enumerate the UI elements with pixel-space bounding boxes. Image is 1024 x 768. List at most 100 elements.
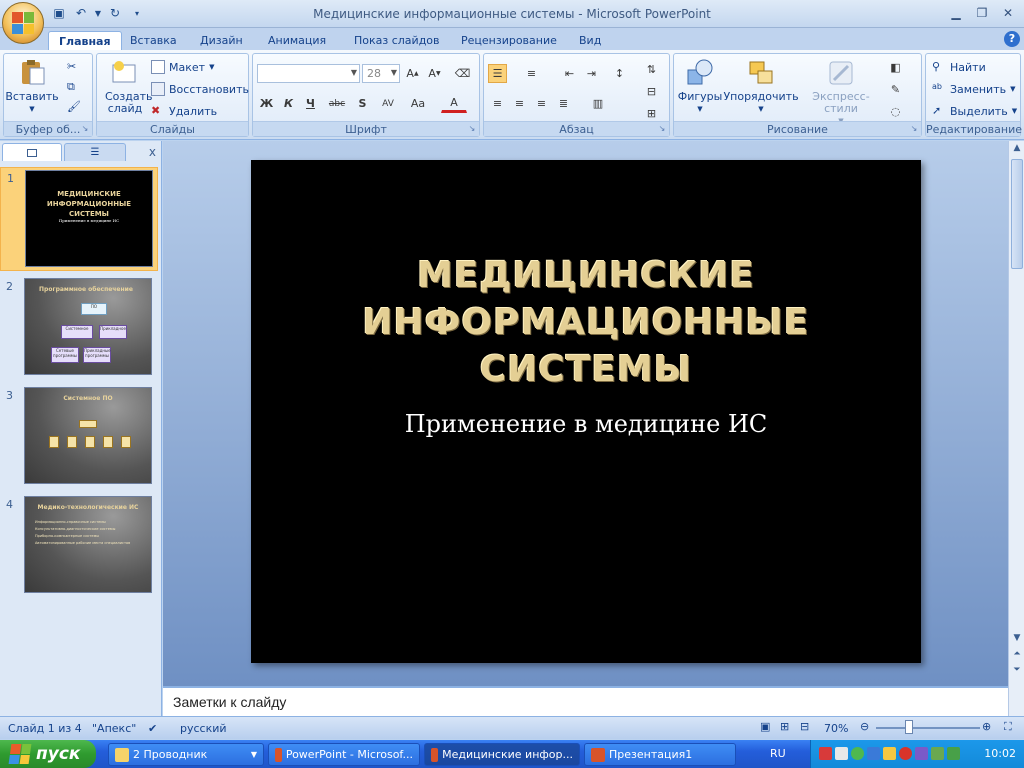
underline-button[interactable]: Ч xyxy=(301,94,320,113)
tray-app-icon[interactable] xyxy=(835,747,848,760)
task-current-presentation[interactable]: Медицинские инфор... xyxy=(424,743,580,766)
align-left-icon[interactable]: ≡ xyxy=(488,94,507,113)
zoom-out-icon[interactable]: ⊖ xyxy=(860,720,869,733)
slide-thumb-3[interactable]: 3 Системное ПО xyxy=(0,385,158,489)
slide-thumb-1[interactable]: 1 МЕДИЦИНСКИЕ ИНФОРМАЦИОННЫЕ СИСТЕМЫ При… xyxy=(0,167,158,271)
notes-scrollbar[interactable] xyxy=(1008,686,1024,716)
shape-fill-icon[interactable]: ◧ xyxy=(886,58,905,77)
format-painter-icon[interactable]: 🖌 xyxy=(67,100,81,113)
dialog-launcher-icon[interactable]: ↘ xyxy=(657,124,667,134)
font-size-select[interactable]: 28 ▼ xyxy=(362,64,400,83)
font-color-button[interactable]: A xyxy=(441,94,467,113)
tab-insert[interactable]: Вставка xyxy=(120,31,187,50)
next-slide-icon[interactable]: ⏷ xyxy=(1009,665,1024,679)
delete-slide-button[interactable]: ✖ Удалить xyxy=(151,104,217,118)
tab-slideshow[interactable]: Показ слайдов xyxy=(344,31,450,50)
zoom-level[interactable]: 70% xyxy=(824,722,848,735)
antivirus-icon[interactable] xyxy=(819,747,832,760)
decrease-indent-icon[interactable]: ⇤ xyxy=(560,64,579,83)
bullets-icon[interactable]: ☰ xyxy=(488,64,507,83)
tab-design[interactable]: Дизайн xyxy=(190,31,253,50)
quick-styles-button[interactable]: Экспресс-стили ▼ xyxy=(800,58,882,127)
find-button[interactable]: ⚲ Найти xyxy=(932,60,986,74)
reset-button[interactable]: Восстановить xyxy=(151,82,249,96)
text-direction-icon[interactable]: ⇅ xyxy=(642,60,661,79)
dialog-launcher-icon[interactable]: ↘ xyxy=(909,124,919,134)
select-button[interactable]: ➚ Выделить ▼ xyxy=(932,104,1017,118)
fit-window-icon[interactable]: ⛶ xyxy=(1004,720,1012,734)
zoom-in-icon[interactable]: ⊕ xyxy=(982,720,991,733)
slide-title[interactable]: МЕДИЦИНСКИЕ ИНФОРМАЦИОННЫЕ СИСТЕМЫ xyxy=(291,252,881,393)
tab-review[interactable]: Рецензирование xyxy=(451,31,567,50)
task-powerpoint[interactable]: PowerPoint - Microsof... xyxy=(268,743,420,766)
grow-font-icon[interactable]: A ▲ xyxy=(403,64,422,83)
tray-app-icon[interactable] xyxy=(931,747,944,760)
font-family-select[interactable]: ▼ xyxy=(257,64,360,83)
security-alert-icon[interactable] xyxy=(899,747,912,760)
copy-icon[interactable]: ⧉ xyxy=(67,80,75,94)
restore-icon[interactable]: ❐ xyxy=(970,4,994,22)
sorter-view-icon[interactable]: ⊞ xyxy=(780,720,789,733)
zoom-slider-thumb[interactable] xyxy=(905,720,913,734)
scrollbar-thumb[interactable] xyxy=(1011,159,1023,269)
current-slide[interactable]: МЕДИЦИНСКИЕ ИНФОРМАЦИОННЫЕ СИСТЕМЫ Приме… xyxy=(251,160,921,663)
tab-outline-view[interactable]: ☰ xyxy=(64,143,126,161)
scroll-up-icon[interactable]: ▲ xyxy=(1009,143,1024,157)
shape-outline-icon[interactable]: ✎ xyxy=(886,80,905,99)
dialog-launcher-icon[interactable]: ↘ xyxy=(80,124,90,134)
align-right-icon[interactable]: ≡ xyxy=(532,94,551,113)
shrink-font-icon[interactable]: A ▼ xyxy=(425,64,444,83)
help-icon[interactable]: ? xyxy=(1004,31,1020,47)
shape-effects-icon[interactable]: ◌ xyxy=(886,102,905,121)
vertical-scrollbar[interactable]: ▲ ▼ ⏶ ⏷ xyxy=(1008,141,1024,686)
language-indicator[interactable]: русский xyxy=(180,722,227,735)
scroll-down-icon[interactable]: ▼ xyxy=(1009,633,1024,647)
zoom-slider-track[interactable] xyxy=(876,727,980,729)
bold-button[interactable]: Ж xyxy=(257,94,276,113)
spellcheck-icon[interactable]: ✔ xyxy=(148,722,157,735)
tab-home[interactable]: Главная xyxy=(48,31,122,50)
increase-indent-icon[interactable]: ⇥ xyxy=(582,64,601,83)
close-icon[interactable]: x xyxy=(149,145,156,159)
slide-thumb-2[interactable]: 2 Программное обеспечение ПО Системное П… xyxy=(0,276,158,380)
new-slide-button[interactable]: Создать слайд xyxy=(101,58,153,115)
italic-button[interactable]: К xyxy=(279,94,298,113)
line-spacing-icon[interactable]: ↕ xyxy=(610,64,629,83)
prev-slide-icon[interactable]: ⏶ xyxy=(1009,649,1024,663)
shadow-button[interactable]: S xyxy=(353,94,372,113)
tab-slides-view[interactable] xyxy=(2,143,62,161)
tab-animation[interactable]: Анимация xyxy=(258,31,336,50)
volume-icon[interactable] xyxy=(883,747,896,760)
normal-view-icon[interactable]: ▣ xyxy=(760,720,770,733)
slide-subtitle[interactable]: Применение в медицине ИС xyxy=(251,410,921,438)
slideshow-view-icon[interactable]: ⊟ xyxy=(800,720,809,733)
arrange-button[interactable]: Упорядочить ▼ xyxy=(723,58,799,115)
task-presentation1[interactable]: Презентация1 xyxy=(584,743,736,766)
task-explorer[interactable]: 2 Проводник ▼ xyxy=(108,743,264,766)
tab-view[interactable]: Вид xyxy=(569,31,611,50)
justify-icon[interactable]: ≣ xyxy=(554,94,573,113)
minimize-icon[interactable]: ▁ xyxy=(944,4,968,22)
slide-thumb-4[interactable]: 4 Медико-технологические ИС Информационн… xyxy=(0,494,158,598)
replace-button[interactable]: ab Заменить ▼ xyxy=(932,82,1015,96)
office-button[interactable] xyxy=(2,2,44,44)
notes-pane[interactable]: Заметки к слайду xyxy=(163,686,1008,716)
utorrent-icon[interactable] xyxy=(851,747,864,760)
cut-icon[interactable]: ✂ xyxy=(67,60,76,73)
numbering-icon[interactable]: ≡ xyxy=(522,64,541,83)
align-text-icon[interactable]: ⊟ xyxy=(642,82,661,101)
close-icon[interactable]: ✕ xyxy=(996,4,1020,22)
columns-icon[interactable]: ▥ xyxy=(584,94,612,113)
paste-button[interactable]: Вставить ▼ xyxy=(5,58,59,115)
network-icon[interactable] xyxy=(867,747,880,760)
change-case-button[interactable]: Aa xyxy=(405,94,431,113)
input-language[interactable]: RU xyxy=(770,747,786,760)
strikethrough-button[interactable]: abc xyxy=(325,94,349,113)
shapes-button[interactable]: Фигуры ▼ xyxy=(678,58,722,115)
dialog-launcher-icon[interactable]: ↘ xyxy=(467,124,477,134)
clear-format-icon[interactable]: ⌫ xyxy=(453,64,472,83)
char-spacing-button[interactable]: AV xyxy=(375,94,401,113)
align-center-icon[interactable]: ≡ xyxy=(510,94,529,113)
tray-app-icon[interactable] xyxy=(915,747,928,760)
safely-remove-icon[interactable] xyxy=(947,747,960,760)
